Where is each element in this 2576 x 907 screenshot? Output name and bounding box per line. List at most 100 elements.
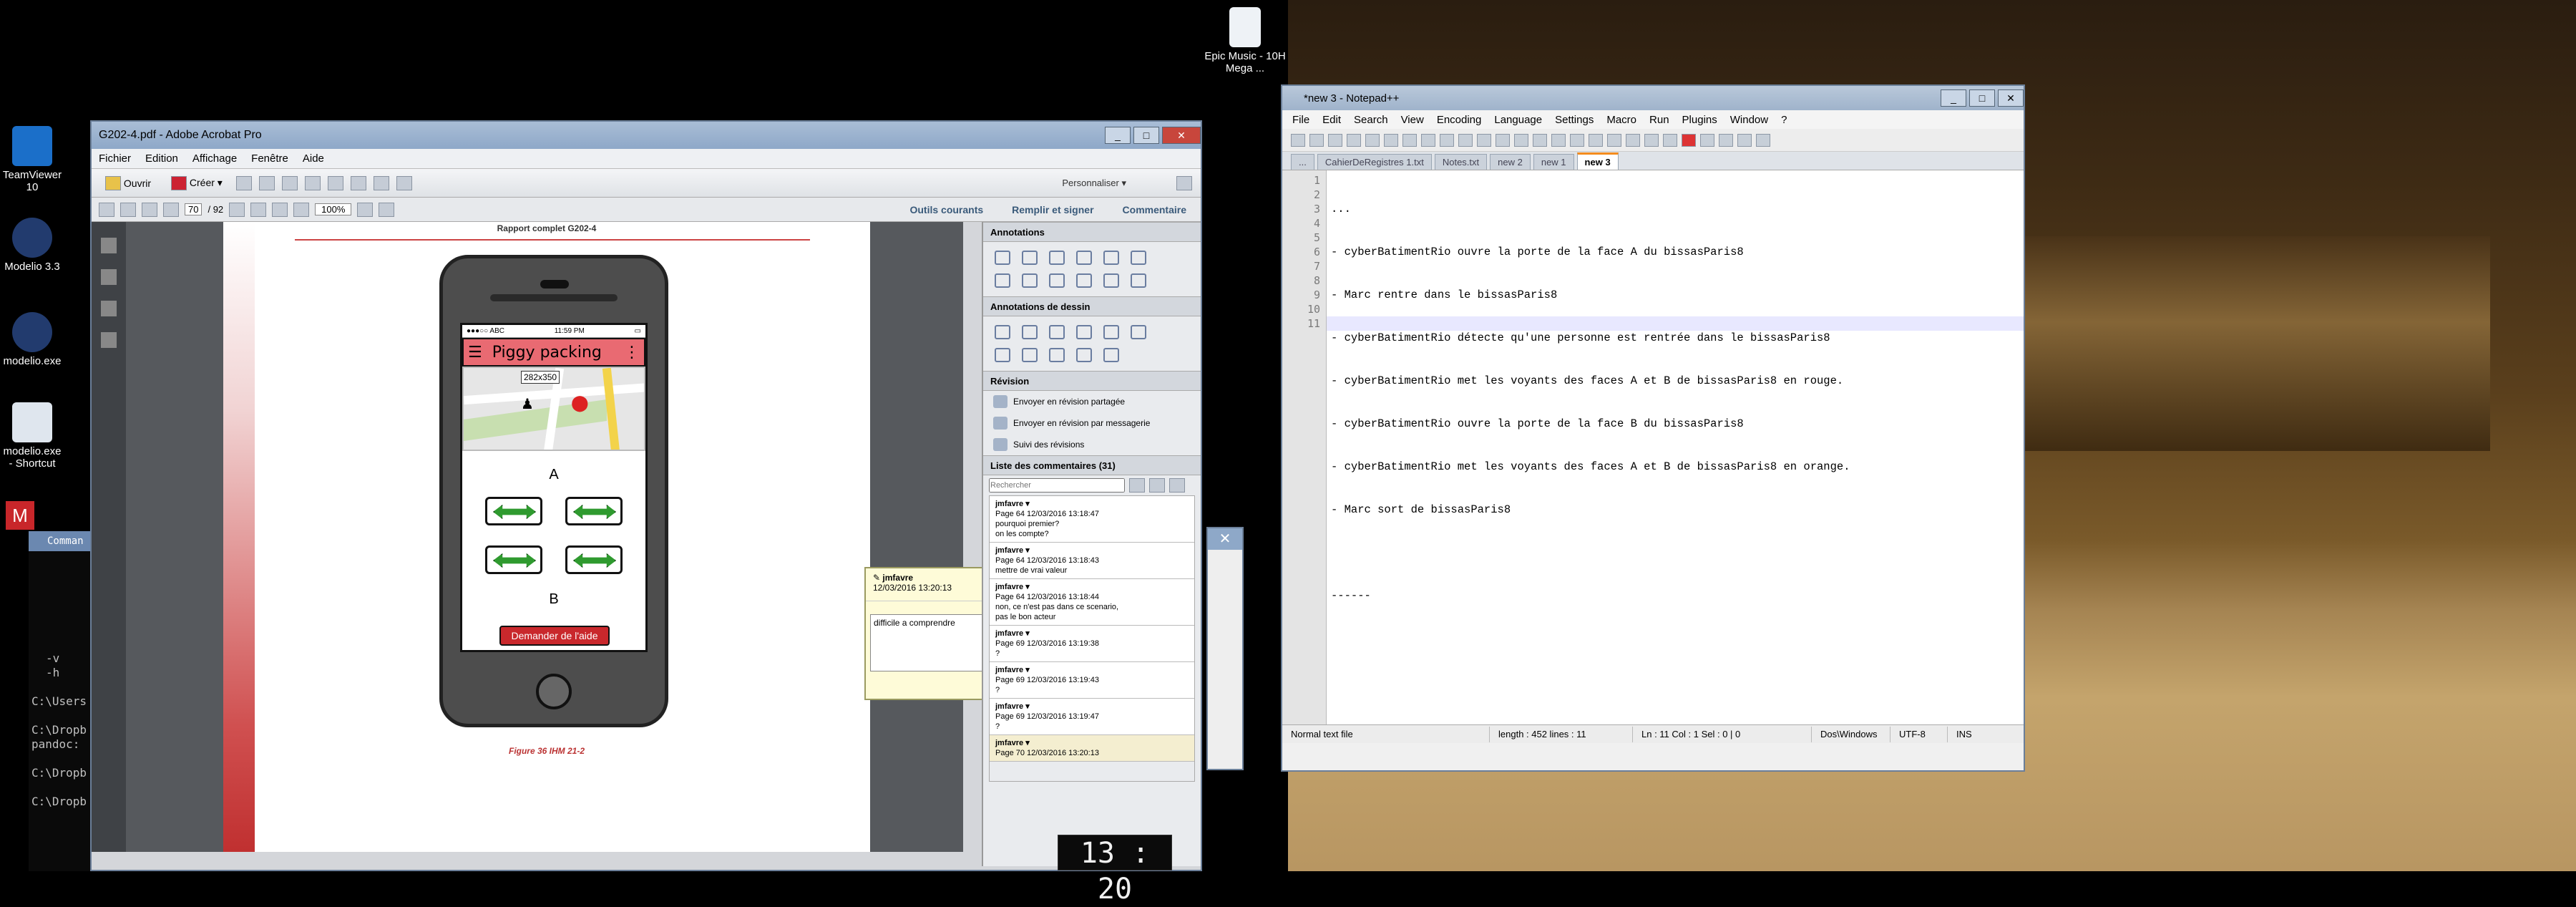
review-email[interactable]: Envoyer en révision par messagerie (983, 412, 1201, 434)
rectangle-icon[interactable] (1131, 325, 1146, 339)
text-note-icon[interactable] (1131, 273, 1146, 288)
underline-icon[interactable] (1076, 273, 1092, 288)
folder-open-icon[interactable] (396, 175, 412, 190)
save-all-icon[interactable] (1347, 133, 1361, 147)
cut-icon[interactable] (1421, 133, 1435, 147)
desktop-icon-teamviewer[interactable]: TeamViewer 10 (0, 126, 64, 193)
bookmarks-icon[interactable] (101, 269, 117, 285)
close-all-icon[interactable] (1384, 133, 1398, 147)
comment-item[interactable]: jmfavre ▾ Page 69 12/03/2016 13:19:38? (990, 626, 1194, 662)
np-menu-help[interactable]: ? (1781, 114, 1787, 126)
tab-remplir-signer[interactable]: Remplir et signer (1012, 204, 1093, 215)
line-icon[interactable] (1049, 325, 1065, 339)
notepad-window[interactable]: *new 3 - Notepad++ _ □ ✕ File Edit Searc… (1281, 84, 2025, 772)
np-menu-edit[interactable]: Edit (1322, 114, 1341, 126)
find-icon[interactable] (1514, 133, 1528, 147)
np-menu-settings[interactable]: Settings (1555, 114, 1594, 126)
np-menu-window[interactable]: Window (1730, 114, 1768, 126)
zoom-in-icon[interactable] (293, 202, 310, 217)
export-icon[interactable] (373, 175, 389, 190)
add-note-icon[interactable] (1103, 273, 1119, 288)
eraser-icon[interactable] (1103, 348, 1119, 362)
indent-guide-icon[interactable] (1663, 133, 1677, 147)
np-menu-search[interactable]: Search (1354, 114, 1388, 126)
small-dialog[interactable]: ✕ (1206, 527, 1244, 770)
record-macro-icon[interactable] (1682, 133, 1696, 147)
attach-icon[interactable] (1131, 251, 1146, 265)
desktop-icon-modelio-shortcut[interactable]: modelio.exe - Shortcut (0, 402, 64, 470)
first-page-icon[interactable] (142, 202, 157, 217)
stamp-icon[interactable] (1076, 251, 1092, 265)
tab-dots[interactable]: ... (1291, 154, 1314, 170)
tab-cahier[interactable]: CahierDeRegistres 1.txt (1317, 154, 1432, 170)
tab-notes[interactable]: Notes.txt (1434, 154, 1488, 170)
previous-page-icon[interactable] (99, 202, 114, 217)
insert-text-icon[interactable] (995, 273, 1010, 288)
comment-item[interactable]: jmfavre ▾ Page 69 12/03/2016 13:19:47? (990, 699, 1194, 735)
create-button[interactable]: Créer ▾ (165, 174, 229, 193)
menu-fenetre[interactable]: Fenêtre (251, 152, 288, 165)
comment-item-selected[interactable]: jmfavre ▾ Page 70 12/03/2016 13:20:13 (990, 735, 1194, 762)
menu-fichier[interactable]: Fichier (99, 152, 131, 165)
maximize-button[interactable]: □ (1133, 127, 1159, 144)
select-tool-icon[interactable] (229, 202, 245, 217)
text-icon[interactable] (1049, 251, 1065, 265)
save-icon[interactable] (1328, 133, 1342, 147)
fit-width-icon[interactable] (379, 202, 395, 217)
dialog-close-icon[interactable]: ✕ (1208, 528, 1242, 550)
arrow-icon[interactable] (1076, 325, 1092, 339)
save-icon[interactable] (235, 175, 252, 190)
notepad-editor[interactable]: 1 2 3 4 5 6 7 8 9 10 11 ... - cyberBatim… (1282, 170, 2024, 743)
new-file-icon[interactable] (1291, 133, 1305, 147)
sort-icon[interactable] (1129, 478, 1145, 493)
signatures-icon[interactable] (101, 332, 117, 348)
fullscreen-icon[interactable] (1176, 175, 1192, 190)
polygon-icon[interactable] (1022, 348, 1038, 362)
strikeout-icon[interactable] (1049, 273, 1065, 288)
copy-icon[interactable] (1440, 133, 1454, 147)
np-menu-language[interactable]: Language (1494, 114, 1542, 126)
filter-icon[interactable] (1149, 478, 1165, 493)
pencil-icon[interactable] (1076, 348, 1092, 362)
next-page-icon[interactable] (120, 202, 136, 217)
tab-new-1[interactable]: new 1 (1533, 154, 1574, 170)
textbox-icon[interactable] (995, 325, 1010, 339)
callout-icon[interactable] (1022, 325, 1038, 339)
menu-affichage[interactable]: Affichage (192, 152, 237, 165)
acrobat-window[interactable]: G202-4.pdf - Adobe Acrobat Pro _ □ ✕ Fic… (90, 120, 1202, 871)
open-button[interactable]: Ouvrir (99, 174, 157, 193)
pages-icon[interactable] (101, 238, 117, 253)
print-icon[interactable] (281, 175, 298, 190)
notepad-close-button[interactable]: ✕ (1998, 89, 2024, 107)
tab-commentaire[interactable]: Commentaire (1123, 204, 1186, 215)
menu-aide[interactable]: Aide (303, 152, 324, 165)
all-chars-icon[interactable] (1644, 133, 1659, 147)
minimize-button[interactable]: _ (1105, 127, 1131, 144)
replace-icon[interactable] (1533, 133, 1547, 147)
np-menu-encoding[interactable]: Encoding (1437, 114, 1482, 126)
upload-icon[interactable] (258, 175, 275, 190)
menu-edition[interactable]: Edition (145, 152, 178, 165)
notepad-maximize-button[interactable]: □ (1969, 89, 1995, 107)
zoom-out-icon[interactable] (272, 202, 288, 217)
np-menu-plugins[interactable]: Plugins (1682, 114, 1717, 126)
audio-icon[interactable] (1103, 251, 1119, 265)
review-shared[interactable]: Envoyer en révision partagée (983, 391, 1201, 412)
notepad-titlebar[interactable]: *new 3 - Notepad++ _ □ ✕ (1282, 86, 2024, 110)
play-macro-icon[interactable] (1719, 133, 1733, 147)
mcafee-icon[interactable]: M (6, 501, 34, 530)
customize-menu[interactable]: Personnaliser ▾ (1062, 178, 1169, 189)
attachments-icon[interactable] (101, 301, 117, 316)
command-window[interactable]: Comman -v -h C:\Users C:\Dropb pandoc: C… (29, 531, 90, 871)
share-icon[interactable] (350, 175, 366, 190)
paste-icon[interactable] (1458, 133, 1473, 147)
comment-item[interactable]: jmfavre ▾ Page 64 12/03/2016 13:18:44 non,… (990, 579, 1194, 626)
document-viewport[interactable]: Rapport complet G202-4 ●●●○○ ABC 11:59 P… (126, 222, 963, 852)
hand-tool-icon[interactable] (250, 202, 267, 217)
cloud-icon[interactable] (995, 348, 1010, 362)
zoom-select[interactable]: 100% (315, 203, 352, 215)
print-icon[interactable] (1402, 133, 1417, 147)
undo-icon[interactable] (1477, 133, 1491, 147)
page-number-input[interactable]: 70 (185, 203, 203, 215)
close-icon[interactable] (1365, 133, 1380, 147)
